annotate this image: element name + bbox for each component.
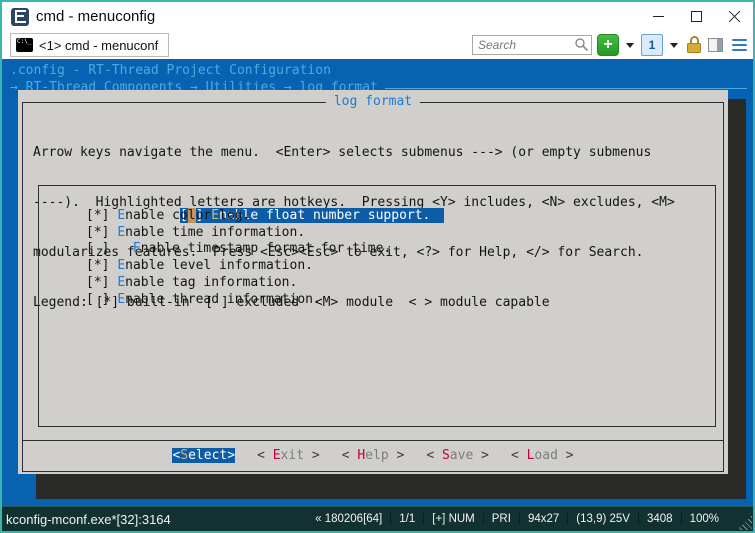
maximize-icon xyxy=(691,11,702,22)
button-separator xyxy=(23,440,723,441)
main-menu-button[interactable] xyxy=(732,39,747,51)
process-id: 3408 xyxy=(638,513,681,525)
menu-list: [ ] Enable float number support. [*] Ena… xyxy=(39,186,715,309)
process-info: kconfig-mconf.exe*[32]:3164 xyxy=(2,512,171,527)
checkbox: [*] xyxy=(86,275,117,290)
conemu-window: cmd - menuconfig C:\_ <1> cmd - menuconf… xyxy=(0,0,755,533)
plus-icon: + xyxy=(603,37,612,53)
menu-item-time-info[interactable]: [*] Enable time information. xyxy=(86,225,715,242)
keyboard-state: [+] NUM xyxy=(423,513,483,525)
menu-box: [ ] Enable float number support. [*] Ena… xyxy=(38,185,716,427)
close-icon xyxy=(728,10,741,23)
minimize-icon xyxy=(653,16,664,17)
menuconfig-dialog: log format <Select> < Exit > < Help > < … xyxy=(18,90,728,474)
toolbar: + 1 xyxy=(472,34,747,56)
load-button[interactable]: < Load > xyxy=(511,448,574,463)
menu-item-timestamp-format[interactable]: [ ] Enable timestamp format for time. xyxy=(86,241,715,258)
tab-label: <1> cmd - menuconf xyxy=(39,38,158,53)
checkbox: [ ] xyxy=(86,241,133,256)
new-console-button[interactable]: + xyxy=(597,34,619,56)
status-bar: kconfig-mconf.exe*[32]:3164 « 180206[64]… xyxy=(2,506,753,531)
cursor-position: (13,9) 25V xyxy=(567,513,638,525)
checkbox: [*] xyxy=(86,258,117,273)
build-version: « 180206[64] xyxy=(307,513,390,525)
breadcrumb-rule xyxy=(385,88,747,89)
hamburger-icon xyxy=(732,39,747,41)
title-bar: cmd - menuconfig xyxy=(2,2,753,31)
checkbox: [*] xyxy=(86,208,117,223)
new-console-dropdown chevron-down-icon[interactable] xyxy=(626,43,634,48)
split-view-button[interactable] xyxy=(708,38,723,52)
checkbox: [ ] xyxy=(86,292,117,307)
active-console-button[interactable]: 1 xyxy=(641,34,663,56)
menu-item-float-number[interactable]: [ ] Enable float number support. xyxy=(86,191,715,208)
terminal-area[interactable]: .config - RT-Thread Project Configuratio… xyxy=(2,59,753,506)
console-size: 94x27 xyxy=(519,513,567,525)
search-icon xyxy=(574,37,589,57)
backtitle: .config - RT-Thread Project Configuratio… xyxy=(10,62,749,79)
lock-body xyxy=(687,43,701,53)
window-controls xyxy=(639,2,753,31)
dialog-title: log format xyxy=(326,94,420,109)
status-items: « 180206[64] 1/1 [+] NUM PRI 94x27 (13,9… xyxy=(307,513,753,525)
close-button[interactable] xyxy=(715,2,753,31)
zoom-level: 100% xyxy=(681,513,727,525)
instruction-line: Arrow keys navigate the menu. <Enter> se… xyxy=(33,145,675,162)
split-view-icon xyxy=(717,39,722,51)
conemu-logo-icon xyxy=(11,8,29,26)
save-button[interactable]: < Save > xyxy=(426,448,489,463)
cmd-icon: C:\_ xyxy=(16,38,33,52)
dialog-buttons: <Select> < Exit > < Help > < Save > < Lo… xyxy=(23,448,723,463)
maximize-button[interactable] xyxy=(677,2,715,31)
exit-button[interactable]: < Exit > xyxy=(257,448,320,463)
window-title: cmd - menuconfig xyxy=(36,8,155,25)
menu-item-thread-info[interactable]: [ ] Enable thread information. xyxy=(86,292,715,309)
select-button[interactable]: <Select> xyxy=(172,448,235,463)
console-index: 1/1 xyxy=(390,513,423,525)
lock-button[interactable] xyxy=(687,36,701,54)
console-number: 1 xyxy=(649,38,656,52)
tab-bar: C:\_ <1> cmd - menuconf + 1 xyxy=(2,31,753,59)
console-tab[interactable]: C:\_ <1> cmd - menuconf xyxy=(10,33,169,57)
search-box xyxy=(472,35,592,55)
console-list-dropdown chevron-down-icon[interactable] xyxy=(670,43,678,48)
minimize-button[interactable] xyxy=(639,2,677,31)
menu-item-tag-info[interactable]: [*] Enable tag information. xyxy=(86,275,715,292)
conemu-logo-glyph xyxy=(15,10,26,23)
help-button[interactable]: < Help > xyxy=(342,448,405,463)
priority: PRI xyxy=(483,513,519,525)
menu-item-level-info[interactable]: [*] Enable level information. xyxy=(86,258,715,275)
checkbox: [*] xyxy=(86,225,117,240)
